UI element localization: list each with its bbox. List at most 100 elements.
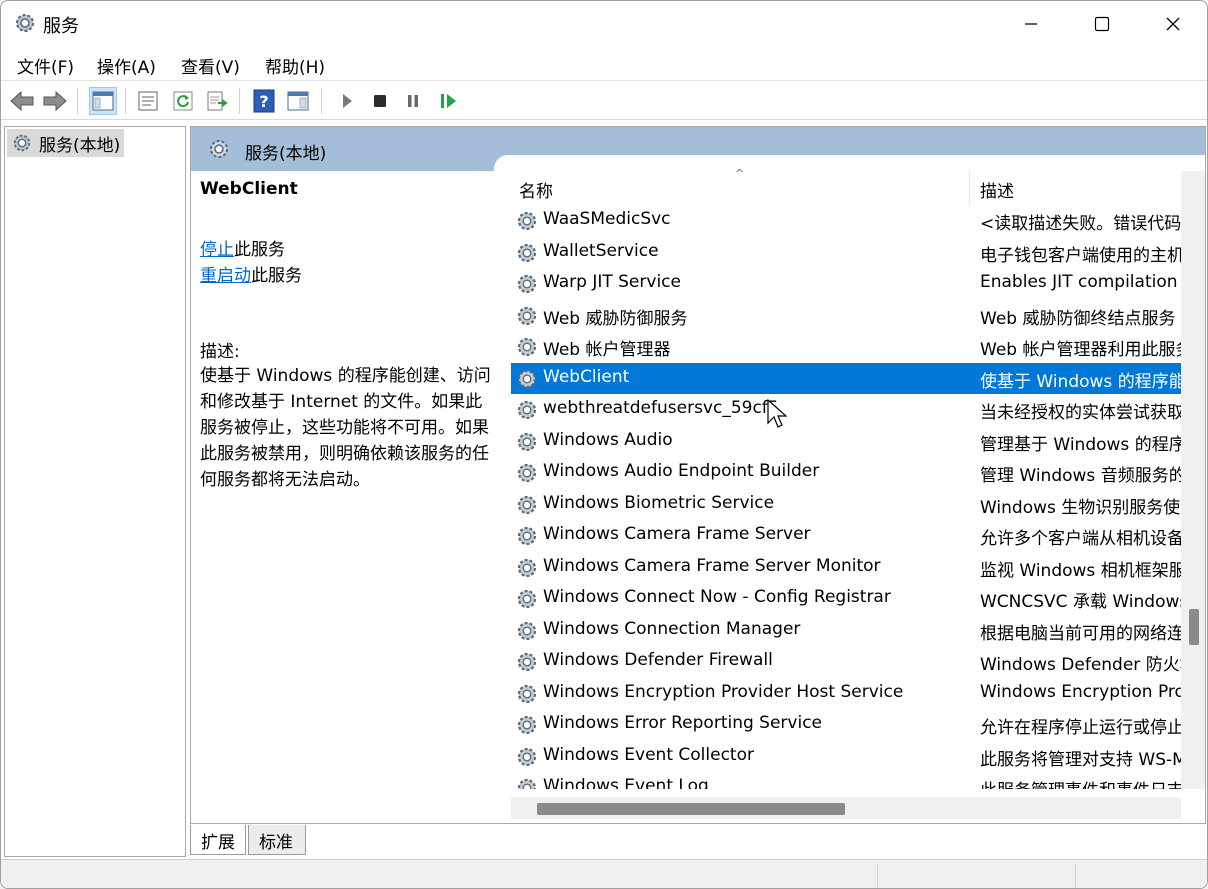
services-rows: WaaSMedicSvc <读取描述失败。错误代码 WalletService 电子钱… (511, 205, 1181, 789)
menu-help[interactable]: 帮助(H) (265, 53, 325, 78)
menu-view[interactable]: 查看(V) (181, 53, 240, 78)
service-description: 允许多个客户端从相机设备 (980, 529, 1181, 549)
services-panel: 服务(本地) WebClient 停止此服务 重启动此服务 描述: 使基于 Wi… (190, 126, 1206, 824)
menu-file[interactable]: 文件(F) (17, 53, 74, 78)
vertical-scroll-thumb[interactable] (1189, 609, 1199, 645)
panel-header: 服务(本地) (191, 127, 1205, 171)
properties-button[interactable] (134, 87, 162, 115)
service-row[interactable]: Windows Event Collector 此服务将管理对支持 WS-M (511, 741, 1181, 772)
refresh-icon (173, 91, 193, 111)
service-gear-icon (517, 463, 537, 483)
panel-header-title: 服务(本地) (245, 144, 327, 164)
service-gear-icon (517, 337, 537, 357)
pause-service-button[interactable] (399, 87, 427, 115)
service-description: WCNCSVC 承载 Windows (980, 592, 1181, 612)
service-row[interactable]: Windows Defender Firewall Windows Defende… (511, 646, 1181, 677)
service-row[interactable]: Windows Event Log 此服务管理事件和事件日志 (511, 772, 1181, 789)
svg-text:?: ? (259, 92, 268, 111)
service-description: 电子钱包客户端使用的主机 (980, 245, 1181, 266)
service-name: Windows Biometric Service (543, 492, 775, 513)
service-row[interactable]: Windows Camera Frame Server Monitor 监视 Wi… (511, 552, 1181, 583)
refresh-button[interactable] (169, 87, 197, 115)
restart-service-icon (441, 94, 456, 108)
service-row[interactable]: WebClient 使基于 Windows 的程序能 (511, 362, 1181, 394)
service-description: Windows Encryption Prov (980, 681, 1181, 702)
maximize-button[interactable] (1067, 1, 1137, 47)
column-name-header[interactable]: 名称 (519, 177, 553, 202)
show-tree-button[interactable] (89, 87, 117, 115)
horizontal-scroll-thumb[interactable] (537, 803, 845, 815)
service-name: Windows Event Collector (543, 744, 754, 765)
stop-service-link[interactable]: 停止 (200, 240, 234, 260)
service-row[interactable]: Windows Audio Endpoint Builder 管理 Windows… (511, 457, 1181, 488)
service-row[interactable]: Windows Biometric Service Windows 生物识别服务使 (511, 489, 1181, 520)
service-row[interactable]: Windows Connection Manager 根据电脑当前可用的网络连 (511, 615, 1181, 646)
service-gear-icon (517, 274, 537, 294)
service-gear-icon (517, 526, 537, 546)
service-gear-icon (517, 558, 537, 577)
service-gear-icon (517, 369, 537, 388)
horizontal-scrollbar[interactable] (511, 797, 1181, 819)
menu-action[interactable]: 操作(A) (97, 53, 156, 78)
window-title: 服务 (43, 16, 79, 37)
restart-service-button[interactable] (435, 87, 463, 115)
service-name: Windows Encryption Provider Host Service (543, 681, 904, 702)
service-description: 此服务管理事件和事件日志 (980, 776, 1181, 789)
service-description: Web 帐户管理器利用此服务 (980, 340, 1181, 360)
service-name: Windows Event Log (543, 776, 709, 789)
service-row[interactable]: Web 帐户管理器 Web 帐户管理器利用此服务 (511, 331, 1181, 362)
service-row[interactable]: Windows Camera Frame Server 允许多个客户端从相机设备 (511, 520, 1181, 551)
service-gear-icon (517, 211, 537, 231)
service-name: webthreatdefusersvc_59cf5 (543, 398, 779, 418)
console-button[interactable] (284, 87, 312, 115)
minimize-button[interactable] (996, 1, 1066, 47)
forward-button[interactable] (41, 87, 69, 115)
service-row[interactable]: Warp JIT Service Enables JIT compilation … (511, 268, 1181, 299)
service-name: Windows Connect Now - Config Registrar (543, 587, 891, 607)
service-row[interactable]: WalletService 电子钱包客户端使用的主机 (511, 237, 1181, 268)
maximize-icon (1094, 16, 1110, 32)
vertical-scrollbar[interactable] (1181, 171, 1205, 789)
service-description: 允许在程序停止运行或停止 (980, 718, 1181, 738)
start-service-button[interactable] (333, 87, 361, 115)
stop-service-icon (374, 95, 386, 107)
service-name: Windows Connection Manager (543, 618, 801, 639)
service-gear-icon (517, 621, 537, 640)
back-arrow-icon (10, 90, 34, 112)
service-row[interactable]: Windows Encryption Provider Host Service… (511, 678, 1181, 709)
tab-standard[interactable]: 标准 (248, 825, 306, 855)
service-description: 管理 Windows 音频服务的 (980, 466, 1181, 486)
stop-action: 停止此服务 (200, 235, 285, 260)
tab-extended[interactable]: 扩展 (190, 825, 246, 855)
export-list-button[interactable] (203, 87, 231, 115)
tree-item-services-local[interactable]: 服务(本地) (7, 129, 125, 157)
service-description: 此服务将管理对支持 WS-M (980, 749, 1181, 770)
service-row[interactable]: Windows Audio 管理基于 Windows 的程序 (511, 426, 1181, 457)
help-button[interactable]: ? (250, 87, 278, 115)
service-name: Web 帐户管理器 (543, 340, 671, 360)
service-row[interactable]: Windows Error Reporting Service 允许在程序停止运行… (511, 709, 1181, 740)
back-button[interactable] (8, 87, 36, 115)
service-description: Enables JIT compilation s (980, 272, 1181, 292)
console-icon (287, 91, 309, 111)
service-description: 当未经授权的实体尝试获取 (980, 403, 1181, 423)
service-gear-icon (517, 495, 537, 514)
service-row[interactable]: Windows Connect Now - Config Registrar WC… (511, 583, 1181, 614)
pause-service-icon (408, 95, 418, 107)
description-text: 使基于 Windows 的程序能创建、访问和修改基于 Internet 的文件。… (200, 366, 491, 490)
stop-service-button[interactable] (366, 87, 394, 115)
service-row[interactable]: webthreatdefusersvc_59cf5 当未经授权的实体尝试获取 (511, 394, 1181, 425)
service-row[interactable]: WaaSMedicSvc <读取描述失败。错误代码 (511, 205, 1181, 236)
service-gear-icon (517, 778, 537, 789)
service-name: WaaSMedicSvc (543, 209, 671, 229)
service-description: Windows Defender 防火墙 (980, 655, 1181, 675)
service-gear-icon (517, 684, 537, 703)
restart-service-link[interactable]: 重启动 (200, 266, 251, 286)
service-description: Windows 生物识别服务使 (980, 497, 1181, 518)
service-description: 管理基于 Windows 的程序 (980, 434, 1181, 455)
close-button[interactable] (1138, 1, 1207, 47)
service-row[interactable]: Web 威胁防御服务 Web 威胁防御终结点服务 (511, 300, 1181, 331)
forward-arrow-icon (43, 90, 67, 112)
column-description-header[interactable]: 描述 (980, 177, 1014, 202)
restart-action: 重启动此服务 (200, 261, 302, 286)
